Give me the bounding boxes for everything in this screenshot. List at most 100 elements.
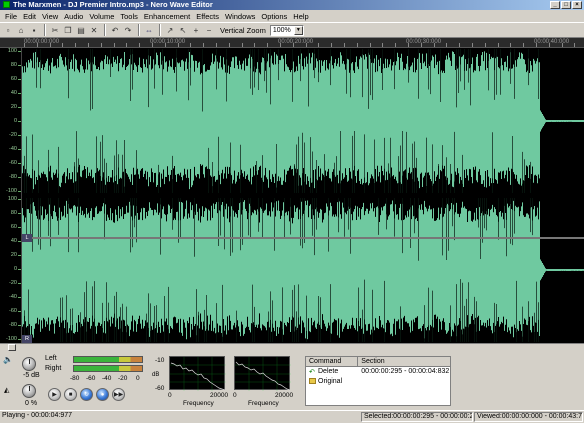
title-bar: The Marxmen - DJ Premier Intro.mp3 - Ner… — [0, 0, 584, 10]
zoom-in-icon[interactable]: + — [190, 24, 202, 36]
history-command: Original — [318, 378, 343, 385]
ruler-tick — [548, 43, 550, 47]
menu-enhancement[interactable]: Enhancement — [141, 12, 193, 21]
scrollbar-thumb[interactable] — [8, 344, 16, 351]
time-ruler[interactable]: 00:00:00:000 00:00:10:000 00:00:20:000 0… — [0, 38, 584, 48]
ruler-tick — [254, 43, 256, 47]
menu-edit[interactable]: Edit — [20, 12, 39, 21]
menu-volume[interactable]: Volume — [86, 12, 117, 21]
zoom-out-icon[interactable]: − — [203, 24, 215, 36]
history-row[interactable]: Original — [306, 377, 450, 387]
amplitude-tick — [18, 255, 21, 256]
chevron-down-icon[interactable]: ▼ — [293, 25, 303, 35]
ruler-tick — [305, 43, 307, 47]
ruler-tick — [190, 43, 192, 47]
open-file-icon[interactable]: ⌂ — [15, 24, 27, 36]
amplitude-tick — [18, 107, 21, 108]
minimize-button[interactable]: _ — [550, 1, 560, 9]
spectrum-xtick: 20000 — [210, 392, 229, 399]
waveform-view[interactable]: 00:00:00:000 00:00:10:000 00:00:20:000 0… — [0, 38, 584, 343]
play-button[interactable]: ▶ — [48, 388, 61, 401]
spectrum-graph-left — [169, 356, 226, 391]
loop-button[interactable]: ↻ — [80, 388, 93, 401]
marker-icon[interactable]: ↗ — [164, 24, 176, 36]
spectrum-ytick: -60 — [155, 385, 165, 392]
record-button[interactable]: ● — [96, 388, 109, 401]
maximize-button[interactable]: □ — [561, 1, 571, 9]
horizontal-scrollbar[interactable] — [0, 343, 584, 351]
amplitude-label: 80 — [10, 210, 17, 216]
waveform-canvas[interactable] — [22, 48, 584, 343]
menu-effects[interactable]: Effects — [193, 12, 222, 21]
amplitude-label: -80 — [9, 322, 17, 328]
paste-icon[interactable]: ▤ — [75, 24, 87, 36]
ruler-tick — [216, 43, 217, 47]
menu-help[interactable]: Help — [290, 12, 311, 21]
ruler-tick — [356, 43, 358, 47]
amplitude-label: -100 — [5, 188, 17, 194]
ruler-tick — [459, 43, 461, 47]
channel-divider — [22, 237, 584, 239]
cut-icon[interactable]: ✂ — [49, 24, 61, 36]
gain-knob[interactable] — [22, 357, 36, 371]
amplitude-tick — [18, 213, 21, 214]
app-icon — [3, 1, 10, 8]
menu-view[interactable]: View — [39, 12, 61, 21]
amplitude-label: -60 — [9, 308, 17, 314]
menu-tools[interactable]: Tools — [117, 12, 141, 21]
ruler-tick — [472, 43, 473, 47]
right-label: Right — [45, 365, 62, 372]
menu-windows[interactable]: Windows — [222, 12, 258, 21]
ruler-tick — [49, 43, 51, 47]
ruler-label: 00:00:00:000 — [24, 39, 60, 45]
gain-value: -5 dB — [23, 372, 40, 379]
new-file-icon[interactable]: ▫ — [2, 24, 14, 36]
amplitude-label: -20 — [9, 280, 17, 286]
close-button[interactable]: × — [572, 1, 582, 9]
marker2-icon[interactable]: ↖ — [177, 24, 189, 36]
skip-icon: ▶▶ — [113, 392, 124, 398]
amplitude-label: -40 — [9, 294, 17, 300]
ruler-tick — [126, 43, 128, 47]
menu-options[interactable]: Options — [258, 12, 290, 21]
play-icon: ▶ — [52, 392, 57, 398]
undo-icon[interactable]: ↶ — [109, 24, 121, 36]
ruler-tick — [382, 43, 384, 47]
amplitude-tick — [18, 199, 21, 200]
history-panel: Command Section ↶ Delete 00:00:00:295 - 0… — [305, 356, 451, 406]
menu-audio[interactable]: Audio — [61, 12, 86, 21]
ruler-tick — [100, 43, 102, 47]
left-label: Left — [45, 355, 57, 362]
stop-button[interactable]: ■ — [64, 388, 77, 401]
amplitude-label: 40 — [10, 238, 17, 244]
spectrum-graph-right — [234, 356, 291, 391]
ruler-tick — [369, 43, 371, 47]
delete-icon[interactable]: ✕ — [88, 24, 100, 36]
ruler-tick — [497, 43, 499, 47]
pan-knob[interactable] — [22, 384, 36, 398]
window-title: The Marxmen - DJ Premier Intro.mp3 - Ner… — [13, 0, 213, 9]
select-all-icon[interactable]: ⇔ — [143, 24, 155, 36]
amplitude-label: -60 — [9, 160, 17, 166]
pan-icon: ◭ — [4, 387, 10, 394]
redo-icon[interactable]: ↷ — [122, 24, 134, 36]
amplitude-tick — [18, 149, 21, 150]
ruler-tick — [62, 43, 64, 47]
toolbar-separator — [138, 24, 140, 36]
save-icon[interactable]: ▪ — [28, 24, 40, 36]
copy-icon[interactable]: ❐ — [62, 24, 74, 36]
amplitude-label: -100 — [5, 336, 17, 342]
record-icon: ● — [100, 391, 105, 398]
amplitude-tick — [18, 163, 21, 164]
amplitude-tick — [18, 283, 21, 284]
amplitude-tick — [18, 135, 21, 136]
skip-button[interactable]: ▶▶ — [112, 388, 125, 401]
ruler-tick — [510, 43, 512, 47]
vertical-zoom-select[interactable]: 100% ▼ — [269, 24, 304, 36]
history-col-section[interactable]: Section — [358, 357, 450, 366]
history-col-command[interactable]: Command — [306, 357, 359, 366]
amplitude-label: 100 — [7, 196, 17, 202]
history-row[interactable]: ↶ Delete 00:00:00:295 - 00:00:04:832 — [306, 367, 450, 377]
amplitude-tick — [18, 79, 21, 80]
menu-file[interactable]: File — [2, 12, 20, 21]
